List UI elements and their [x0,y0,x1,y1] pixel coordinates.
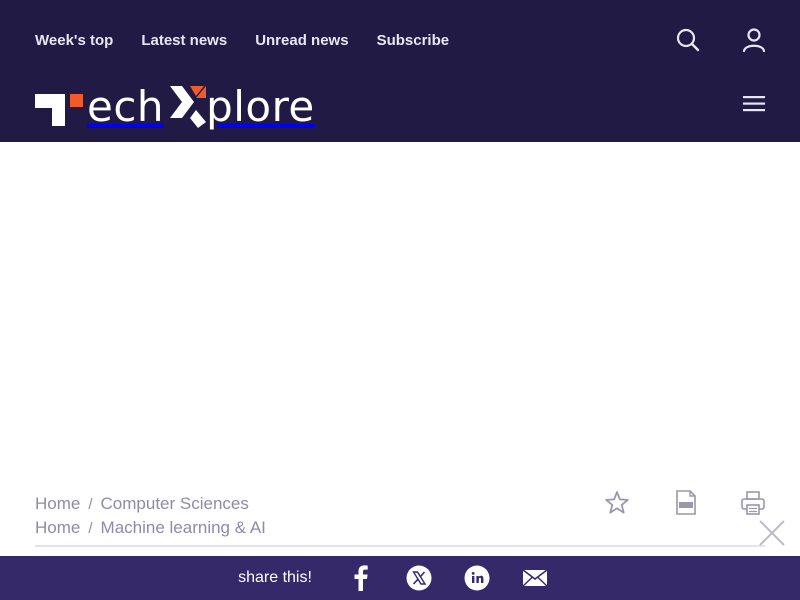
search-icon[interactable] [675,27,701,53]
close-icon[interactable] [758,519,786,547]
site-logo[interactable]: ech plore [35,84,315,130]
site-header: Week's top Latest news Unread news Subsc… [0,0,800,142]
breadcrumb: Home / Computer Sciences Home / Machine … [35,492,266,540]
nav-subscribe[interactable]: Subscribe [377,32,450,49]
breadcrumb-computer-sciences[interactable]: Computer Sciences [101,494,249,514]
star-icon[interactable] [604,489,630,517]
share-label: share this! [238,569,312,586]
divider [35,545,765,547]
share-bar: share this! [0,556,800,600]
breadcrumb-home[interactable]: Home [35,518,80,538]
user-icon[interactable] [741,27,767,53]
printer-icon[interactable] [740,489,766,517]
breadcrumb-home[interactable]: Home [35,494,80,514]
logo-t-mark [35,87,85,127]
breadcrumb-separator: / [88,519,93,537]
email-icon[interactable] [522,565,548,591]
hamburger-menu-icon[interactable] [743,95,767,113]
facebook-icon[interactable] [348,565,374,591]
x-icon[interactable] [406,565,432,591]
logo-text-ech: ech [87,82,165,131]
pdf-icon[interactable] [673,489,699,517]
logo-x-mark [168,84,208,130]
nav-weeks-top[interactable]: Week's top [35,32,113,49]
breadcrumb-row: Home / Machine learning & AI [35,516,266,540]
ad-space [0,142,800,482]
breadcrumb-separator: / [88,495,93,513]
top-nav: Week's top Latest news Unread news Subsc… [35,32,477,49]
logo-text-plore: plore [206,82,315,131]
nav-latest-news[interactable]: Latest news [141,32,227,49]
breadcrumb-row: Home / Computer Sciences [35,492,266,516]
breadcrumb-machine-learning[interactable]: Machine learning & AI [101,518,266,538]
linkedin-icon[interactable] [464,565,490,591]
nav-unread-news[interactable]: Unread news [255,32,348,49]
